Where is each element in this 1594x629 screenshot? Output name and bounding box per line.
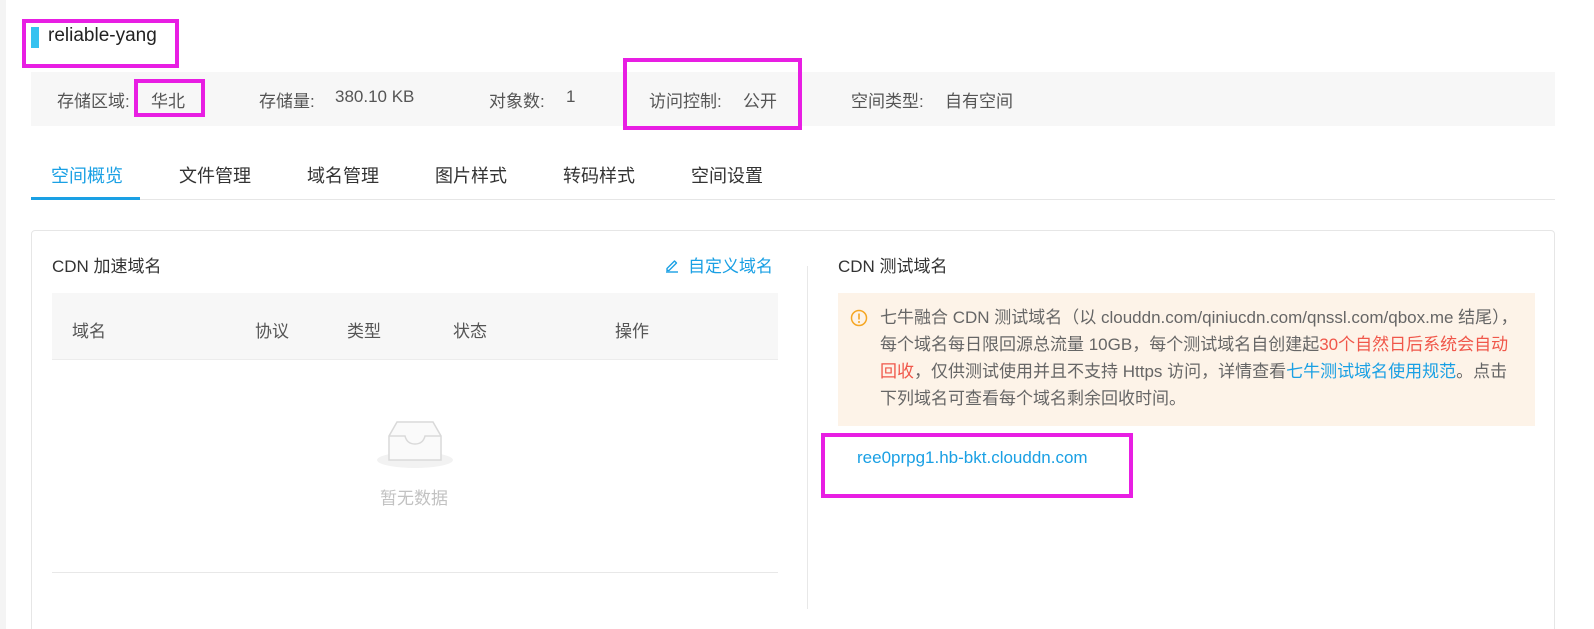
test-domain-policy-link[interactable]: 七牛测试域名使用规范 xyxy=(1286,362,1456,381)
storage-label: 存储量: xyxy=(259,92,315,111)
column-domain: 域名 xyxy=(72,322,106,341)
tab-transcode-styles[interactable]: 转码样式 xyxy=(563,162,635,188)
space-type-value: 自有空间 xyxy=(945,92,1013,111)
title-accent-bar xyxy=(31,27,39,48)
access-highlight-box xyxy=(623,58,802,130)
notice-text-part2: ，仅供测试使用并且不支持 Https 访问，详情查看 xyxy=(914,362,1287,381)
overview-panel xyxy=(31,230,1555,629)
region-label: 存储区域: xyxy=(57,92,130,111)
storage-value: 380.10 KB xyxy=(335,87,415,106)
edit-icon xyxy=(666,259,678,273)
bucket-name: reliable-yang xyxy=(48,25,157,46)
domain-table-header: 域名 协议 类型 状态 操作 xyxy=(52,293,778,360)
column-type: 类型 xyxy=(347,322,381,341)
tab-bar: 空间概览 文件管理 域名管理 图片样式 转码样式 空间设置 xyxy=(31,150,1555,200)
panel-divider xyxy=(807,266,808,609)
warning-icon xyxy=(850,309,868,327)
custom-domain-label: 自定义域名 xyxy=(688,257,773,276)
tab-domain-management[interactable]: 域名管理 xyxy=(307,162,379,188)
active-tab-indicator xyxy=(31,197,140,200)
column-protocol: 协议 xyxy=(255,322,289,341)
column-status: 状态 xyxy=(453,322,487,341)
test-domain-link[interactable]: ree0prpg1.hb-bkt.clouddn.com xyxy=(857,448,1088,468)
objects-value: 1 xyxy=(566,87,576,106)
left-rail xyxy=(0,0,6,629)
tab-space-settings[interactable]: 空间设置 xyxy=(691,162,763,188)
objects-label: 对象数: xyxy=(489,92,545,111)
column-actions: 操作 xyxy=(615,322,649,341)
table-bottom-border xyxy=(52,572,778,573)
test-domain-title: CDN 测试域名 xyxy=(838,257,948,276)
tab-image-styles[interactable]: 图片样式 xyxy=(435,162,507,188)
cdn-domains-title: CDN 加速域名 xyxy=(52,257,162,276)
empty-inbox-icon xyxy=(377,421,453,468)
tab-overview[interactable]: 空间概览 xyxy=(51,162,123,188)
notice-text: 七牛融合 CDN 测试域名（以 clouddn.com/qiniucdn.com… xyxy=(880,304,1520,412)
tab-file-management[interactable]: 文件管理 xyxy=(179,162,251,188)
space-type-label: 空间类型: xyxy=(851,92,924,111)
region-highlight-box xyxy=(134,79,205,117)
custom-domain-button[interactable]: 自定义域名 xyxy=(664,252,773,277)
empty-state-text: 暂无数据 xyxy=(380,489,448,508)
